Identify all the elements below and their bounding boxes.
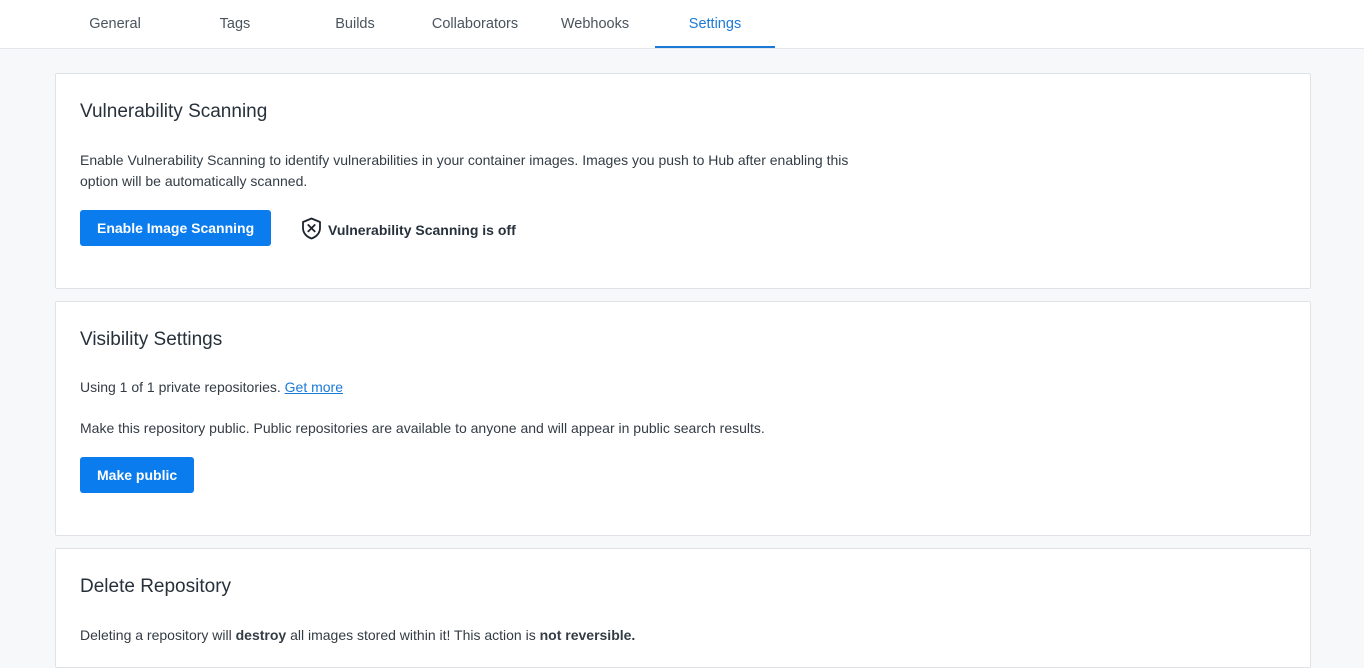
tab-bar: General Tags Builds Collaborators Webhoo… — [0, 0, 1364, 49]
delete-warning: Deleting a repository will destroy all i… — [80, 625, 635, 646]
delete-warning-text-2: all images stored within it! This action… — [286, 627, 540, 643]
delete-warning-text-1: Deleting a repository will — [80, 627, 236, 643]
delete-repository-title: Delete Repository — [80, 576, 232, 597]
delete-warning-bold-2: not reversible. — [539, 627, 636, 643]
tab-tags[interactable]: Tags — [175, 0, 295, 48]
tab-general[interactable]: General — [55, 0, 175, 48]
get-more-link[interactable]: Get more — [285, 379, 343, 395]
scanning-status-text: Vulnerability Scanning is off — [328, 222, 516, 238]
private-repo-usage: Using 1 of 1 private repositories. Get m… — [80, 377, 343, 398]
enable-image-scanning-button[interactable]: Enable Image Scanning — [80, 210, 272, 246]
vulnerability-scanning-description: Enable Vulnerability Scanning to identif… — [80, 152, 849, 189]
delete-warning-bold-1: destroy — [235, 627, 287, 643]
shield-x-icon — [301, 217, 328, 243]
delete-repository-card: Delete Repository Deleting a repository … — [55, 548, 1311, 668]
vulnerability-scanning-title: Vulnerability Scanning — [80, 101, 268, 122]
make-public-button[interactable]: Make public — [80, 457, 195, 493]
tab-collaborators[interactable]: Collaborators — [415, 0, 535, 48]
scanning-status: Vulnerability Scanning is off — [301, 217, 516, 243]
visibility-settings-title: Visibility Settings — [80, 329, 223, 350]
visibility-description: Make this repository public. Public repo… — [80, 420, 765, 436]
tab-builds[interactable]: Builds — [295, 0, 415, 48]
private-repo-usage-text: Using 1 of 1 private repositories. — [80, 379, 281, 395]
tab-webhooks[interactable]: Webhooks — [535, 0, 655, 48]
tab-settings[interactable]: Settings — [655, 0, 775, 48]
vulnerability-scanning-card: Vulnerability Scanning Enable Vulnerabil… — [55, 73, 1311, 289]
visibility-settings-card: Visibility Settings Using 1 of 1 private… — [55, 301, 1311, 536]
